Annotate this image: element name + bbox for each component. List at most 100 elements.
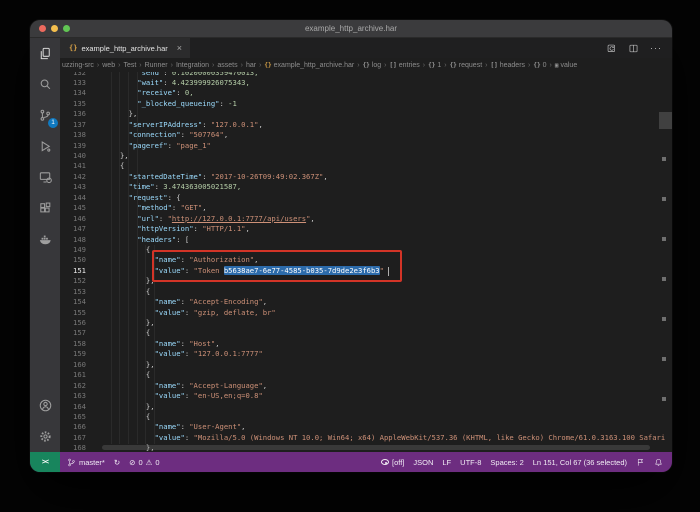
status-spaces-2[interactable]: Spaces: 2 [490,458,523,467]
code-line: 145 "method": "GET", [60,203,672,213]
eye-icon [381,459,389,465]
breadcrumb-item-test[interactable]: Test [123,62,136,69]
tab-close-icon[interactable]: × [177,43,182,53]
warnings-icon: ⚠ [146,458,153,467]
notifications-item[interactable] [654,458,663,467]
code-line: 144 "request": { [60,193,672,203]
code-line: 156 }, [60,318,672,328]
line-number: 166 [60,422,94,432]
breadcrumb-item-example-http-archive-har[interactable]: {}example_http_archive.har [264,62,354,69]
breadcrumb-item-0[interactable]: {}0 [533,62,546,69]
breadcrumb-item-value[interactable]: ▣value [555,62,577,69]
code-text: "serverIPAddress": "127.0.0.1", [94,120,263,130]
breadcrumb-item-integration[interactable]: Integration [176,62,209,69]
code-text: { [94,328,150,338]
git-branch-item[interactable]: master* [67,458,105,467]
code-text: "wait": 4.423999926075343, [94,78,250,88]
status-utf-8[interactable]: UTF-8 [460,458,481,467]
split-editor-icon[interactable] [628,43,639,54]
breadcrumb-item-runner[interactable]: Runner [145,62,168,69]
code-text: "pageref": "page_1" [94,141,211,151]
line-number: 157 [60,328,94,338]
status-json[interactable]: JSON [413,458,433,467]
code-line: 147 "httpVersion": "HTTP/1.1", [60,224,672,234]
code-editor[interactable]: 132 "send": 0.10200000359470013,133 "wai… [60,72,672,452]
breadcrumb-item-1[interactable]: {}1 [428,62,441,69]
breadcrumb-separator: › [384,62,386,69]
breadcrumb-label: log [372,62,381,69]
editor-actions: ··· [606,38,672,58]
vertical-scrollbar-thumb[interactable] [659,112,672,129]
settings-gear-icon[interactable] [30,421,60,452]
line-number: 159 [60,349,94,359]
code-text: "request": { [94,193,181,203]
remote-indicator[interactable]: >< [30,452,60,472]
breadcrumb-label: 1 [437,62,441,69]
line-number: 140 [60,151,94,161]
explorer-icon[interactable] [30,38,60,69]
code-text: }, [94,402,155,412]
more-actions-icon[interactable]: ··· [650,46,662,50]
breadcrumb-label: Test [123,62,136,69]
line-number: 158 [60,339,94,349]
braces-symbol-icon: {} [533,62,540,69]
line-number: 136 [60,109,94,119]
feedback-item[interactable] [636,458,645,467]
minimize-window-button[interactable] [51,25,58,32]
breadcrumb-separator: › [118,62,120,69]
line-number: 143 [60,182,94,192]
breadcrumb-label: request [459,62,482,69]
search-icon[interactable] [30,69,60,100]
line-number: 152 [60,276,94,286]
breadcrumb-item-har[interactable]: har [246,62,256,69]
overview-ruler-mark [662,357,666,361]
code-text: }, [94,360,155,370]
tab-example-http-archive[interactable]: {} example_http_archive.har × [60,38,190,58]
breadcrumb-item-log[interactable]: {}log [363,62,382,69]
code-text: "name": "Accept-Encoding", [94,297,267,307]
docker-icon[interactable] [30,224,60,255]
line-number: 134 [60,88,94,98]
accounts-icon[interactable] [30,390,60,421]
breadcrumb-item-web[interactable]: web [102,62,115,69]
close-window-button[interactable] [39,25,46,32]
title-bar[interactable]: example_http_archive.har [30,20,672,38]
remote-explorer-icon[interactable] [30,162,60,193]
line-number: 163 [60,391,94,401]
breadcrumb-separator: › [550,62,552,69]
extensions-icon[interactable] [30,193,60,224]
field-symbol-icon: ▣ [555,62,559,69]
status-ln-151-col-67-36-selected-[interactable]: Ln 151, Col 67 (36 selected) [533,458,627,467]
zoom-window-button[interactable] [63,25,70,32]
code-text: "headers": [ [94,235,189,245]
open-changes-icon[interactable] [606,43,617,54]
breadcrumb-separator: › [444,62,446,69]
problems-item[interactable]: ⊘ 0 ⚠ 0 [129,458,159,467]
code-text: { [94,370,150,380]
run-and-debug-icon[interactable] [30,131,60,162]
breadcrumb-item-assets[interactable]: assets [217,62,237,69]
status--off-[interactable]: [off] [381,458,404,467]
overview-ruler-mark [662,157,666,161]
code-text: "value": "en-US,en;q=0.8" [94,391,263,401]
status-lf[interactable]: LF [442,458,451,467]
breadcrumb-item-headers[interactable]: []headers [491,62,526,69]
horizontal-scrollbar-thumb[interactable] [102,445,650,450]
braces-symbol-icon: {} [450,62,457,69]
code-text: "value": "gzip, deflate, br" [94,308,276,318]
line-number: 165 [60,412,94,422]
breadcrumb-item-request[interactable]: {}request [450,62,483,69]
line-number: 156 [60,318,94,328]
breadcrumb-item-uzzing-src[interactable]: uzzing-src [62,62,94,69]
breadcrumb-item-entries[interactable]: []entries [389,62,419,69]
overview-ruler-mark [662,277,666,281]
sync-icon[interactable]: ↻ [114,458,120,467]
code-text: "name": "Accept-Language", [94,381,267,391]
code-text: "_blocked_queueing": -1 [94,99,237,109]
code-line: 154 "name": "Accept-Encoding", [60,297,672,307]
breadcrumb-separator: › [259,62,261,69]
code-line: 161 { [60,370,672,380]
code-line: 158 "name": "Host", [60,339,672,349]
source-control-icon[interactable]: 1 [30,100,60,131]
code-line: 149 { [60,245,672,255]
